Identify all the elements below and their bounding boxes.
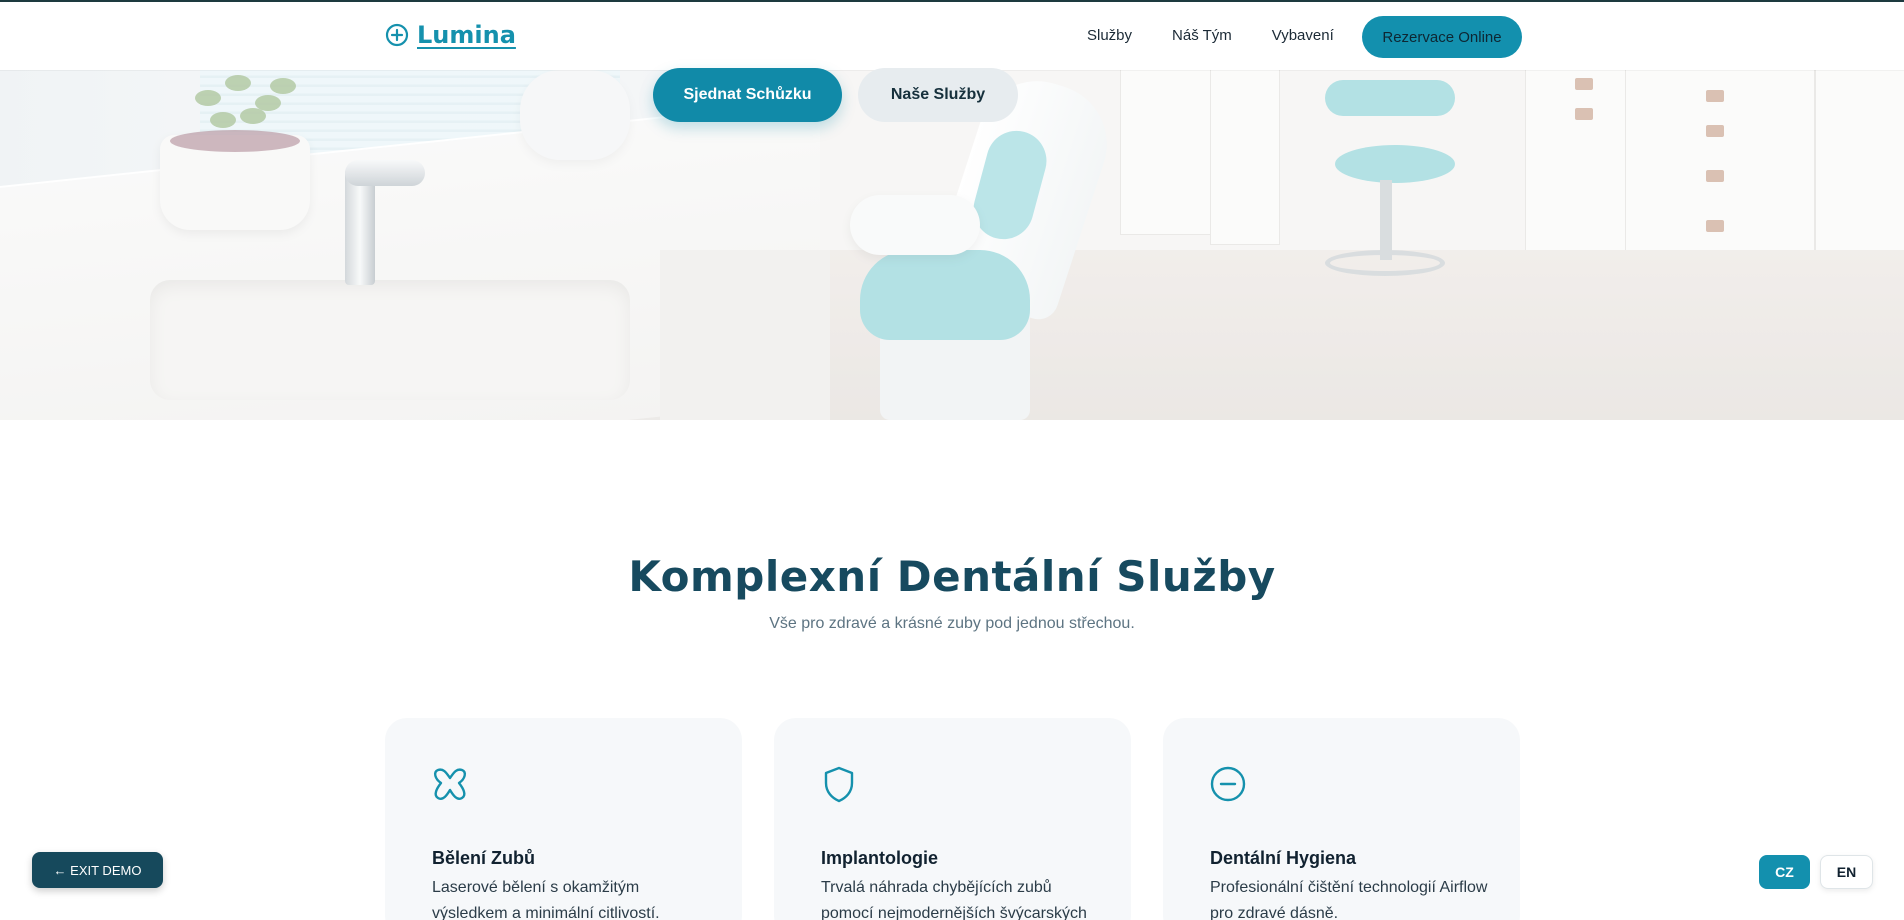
book-appointment-button[interactable]: Sjednat Schůzku [653, 68, 842, 122]
service-card-text: Laserové bělení s okamžitým výsledkem a … [432, 879, 660, 920]
minus-circle-icon [1210, 766, 1246, 802]
nav-link-vybaveni[interactable]: Vybavení [1272, 27, 1334, 44]
navbar: Lumina Služby Náš Tým Vybavení Rezervace… [0, 0, 1904, 70]
language-cz-button[interactable]: CZ [1759, 855, 1810, 889]
service-card-text: Trvalá náhrada chybějících zubů pomocí n… [821, 879, 1087, 920]
brand-logo-link[interactable]: Lumina [385, 21, 516, 49]
service-card-whitening[interactable]: Bělení Zubů Laserové bělení s okamžitým … [385, 718, 742, 920]
our-services-button[interactable]: Naše Služby [858, 68, 1018, 122]
tooth-icon [433, 768, 467, 800]
plus-circle-icon [385, 23, 409, 47]
shield-icon [824, 766, 854, 803]
online-booking-button[interactable]: Rezervace Online [1362, 16, 1522, 58]
service-card-text: Profesionální čištění technologií Airflo… [1210, 879, 1488, 920]
services-title: Komplexní Dentální Služby [628, 552, 1276, 601]
services-subtitle: Vše pro zdravé a krásné zuby pod jednou … [769, 615, 1135, 632]
nav-link-nas-tym[interactable]: Náš Tým [1172, 27, 1232, 44]
service-card-implantology[interactable]: Implantologie Trvalá náhrada chybějících… [774, 718, 1131, 920]
language-en-button[interactable]: EN [1820, 855, 1873, 889]
exit-demo-button[interactable]: ← EXIT DEMO [32, 852, 163, 888]
service-card-title: Implantologie [821, 848, 938, 868]
service-card-hygiene[interactable]: Dentální Hygiena Profesionální čištění t… [1163, 718, 1520, 920]
nav-links: Služby Náš Tým Vybavení [1087, 27, 1334, 44]
service-card-title: Bělení Zubů [432, 848, 535, 868]
service-card-title: Dentální Hygiena [1210, 848, 1357, 868]
nav-link-sluzby[interactable]: Služby [1087, 27, 1132, 44]
brand-name: Lumina [417, 21, 516, 49]
